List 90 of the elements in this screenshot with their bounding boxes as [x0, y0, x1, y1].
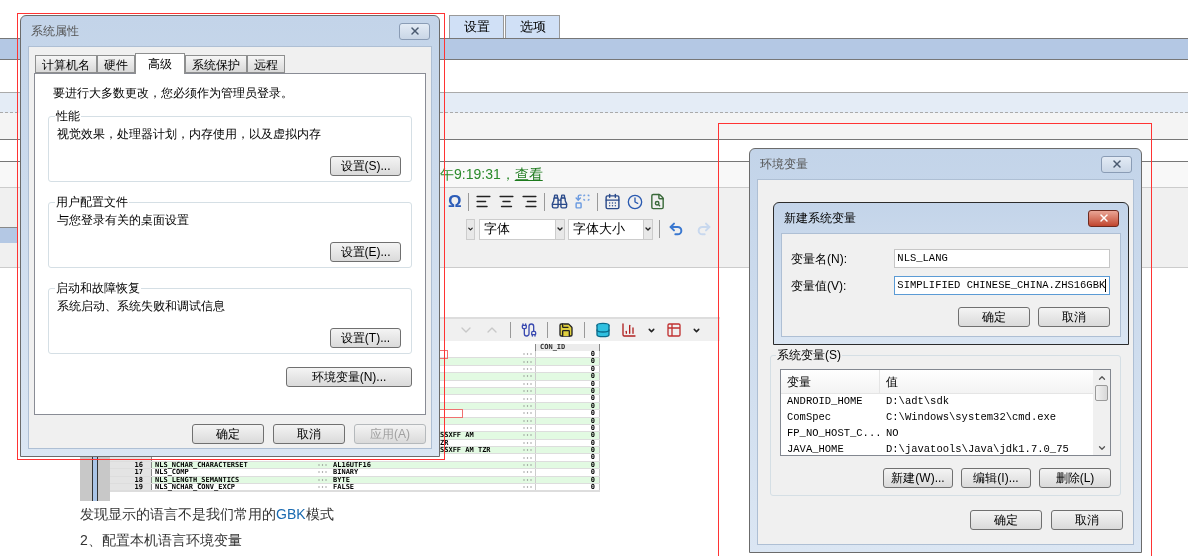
- close-button[interactable]: [1101, 155, 1132, 173]
- undo-icon[interactable]: [668, 221, 684, 237]
- environment-variables-button[interactable]: 环境变量(N)...: [286, 367, 412, 387]
- dialog-button[interactable]: 确定: [958, 307, 1030, 327]
- binoculars-icon[interactable]: [550, 193, 568, 210]
- more-icon[interactable]: [523, 427, 532, 430]
- dialog-button[interactable]: 取消: [1051, 510, 1123, 530]
- group-title: 系统变量(S): [776, 347, 842, 364]
- field-label: 变量名(N):: [791, 250, 848, 268]
- page-tab[interactable]: 选项: [505, 15, 560, 38]
- more-icon[interactable]: [523, 353, 532, 356]
- more-icon[interactable]: [523, 367, 532, 370]
- window-title: 系统属性: [31, 23, 79, 40]
- scrollbar[interactable]: [1093, 370, 1110, 455]
- font-select[interactable]: 字体: [479, 218, 565, 240]
- more-icon[interactable]: [523, 471, 532, 474]
- tab[interactable]: 硬件: [97, 55, 135, 73]
- section-heading: 2、配置本机语言环境变量: [80, 531, 242, 549]
- align-left-icon[interactable]: [474, 193, 492, 210]
- view-link[interactable]: 查看: [514, 164, 543, 185]
- group-description: 视觉效果，处理器计划，内存使用，以及虚拟内存: [57, 126, 322, 143]
- settings-button[interactable]: 设置(T)...: [330, 328, 401, 348]
- paragraph: 发现显示的语言不是我们常用的GBK模式: [80, 505, 334, 523]
- more-icon[interactable]: [523, 486, 532, 489]
- window-title: 环境变量: [760, 156, 808, 173]
- list-row[interactable]: ComSpec C:\Windows\system32\cmd.exe: [781, 410, 1093, 426]
- page-tab[interactable]: 设置: [449, 15, 504, 38]
- caret-icon: [644, 225, 652, 233]
- more-icon[interactable]: [523, 434, 532, 437]
- field-label: 变量值(V):: [791, 277, 848, 295]
- close-icon: [408, 25, 421, 37]
- more-icon[interactable]: [523, 456, 532, 459]
- more-icon[interactable]: [523, 382, 532, 385]
- database-icon[interactable]: [595, 322, 611, 338]
- variable-button[interactable]: 新建(W)...: [883, 468, 953, 488]
- group-title: 启动和故障恢复: [55, 280, 141, 297]
- window-title: 新建系统变量: [784, 210, 856, 227]
- dialog-button[interactable]: 确定: [192, 424, 264, 444]
- input-field[interactable]: NLS_LANG: [894, 249, 1110, 268]
- close-button[interactable]: [1088, 209, 1119, 227]
- group-description: 系统启动、系统失败和调试信息: [57, 298, 226, 315]
- more-icon[interactable]: [523, 397, 532, 400]
- column-header[interactable]: 值: [880, 370, 1093, 393]
- list-row[interactable]: JAVA_HOME D:\javatools\Java\jdk1.7.0_75: [781, 442, 1093, 455]
- tab[interactable]: 计算机名: [35, 55, 97, 73]
- more-icon[interactable]: [523, 441, 532, 444]
- special-character-button[interactable]: Ω: [448, 193, 462, 210]
- more-icon[interactable]: [523, 360, 532, 363]
- group-title: 性能: [55, 108, 81, 125]
- close-icon: [1097, 212, 1110, 224]
- settings-button[interactable]: 设置(S)...: [330, 156, 401, 176]
- replace-icon[interactable]: [573, 193, 591, 210]
- align-center-icon[interactable]: [497, 193, 515, 210]
- tab[interactable]: 高级: [135, 53, 185, 74]
- list-row[interactable]: ANDROID_HOME D:\adt\sdk: [781, 394, 1093, 410]
- clock-icon[interactable]: [626, 193, 643, 210]
- settings-button[interactable]: 设置(E)...: [330, 242, 401, 262]
- preview-icon[interactable]: [648, 193, 666, 210]
- font-select[interactable]: 字体大小: [568, 218, 653, 240]
- connector-icon[interactable]: [521, 322, 537, 338]
- variable-button[interactable]: 删除(L): [1039, 468, 1111, 488]
- close-icon: [1110, 158, 1123, 170]
- dialog-button[interactable]: 确定: [970, 510, 1042, 530]
- more-icon[interactable]: [318, 471, 327, 474]
- dialog-button[interactable]: 取消: [1038, 307, 1110, 327]
- variable-button[interactable]: 编辑(I)...: [961, 468, 1031, 488]
- caret-icon: [556, 225, 564, 233]
- close-button[interactable]: [399, 22, 430, 40]
- column-header[interactable]: 变量: [781, 370, 880, 393]
- dialog-button[interactable]: 取消: [273, 424, 345, 444]
- more-icon[interactable]: [318, 486, 327, 489]
- more-icon[interactable]: [523, 375, 532, 378]
- tab[interactable]: 远程: [247, 55, 285, 73]
- tab[interactable]: 系统保护: [185, 55, 247, 73]
- list-row[interactable]: FP_NO_HOST_C... NO: [781, 426, 1093, 442]
- scroll-down-icon[interactable]: [1096, 443, 1107, 453]
- input-field[interactable]: SIMPLIFIED CHINESE_CHINA.ZHS16GBK: [894, 276, 1110, 295]
- more-icon[interactable]: [523, 412, 532, 415]
- save-icon[interactable]: [558, 322, 574, 338]
- table-icon[interactable]: [666, 322, 682, 338]
- scroll-up-icon[interactable]: [1096, 373, 1107, 383]
- group-title: 用户配置文件: [55, 194, 129, 211]
- scroll-thumb[interactable]: [1095, 385, 1108, 401]
- calendar-icon[interactable]: [603, 193, 621, 210]
- group-description: 与您登录有关的桌面设置: [57, 212, 190, 229]
- caret-icon: [467, 225, 474, 233]
- redo-icon[interactable]: [696, 221, 712, 237]
- align-right-icon[interactable]: [520, 193, 538, 210]
- admin-note: 要进行大多数更改，您必须作为管理员登录。: [52, 85, 294, 102]
- chart-icon[interactable]: [621, 322, 637, 338]
